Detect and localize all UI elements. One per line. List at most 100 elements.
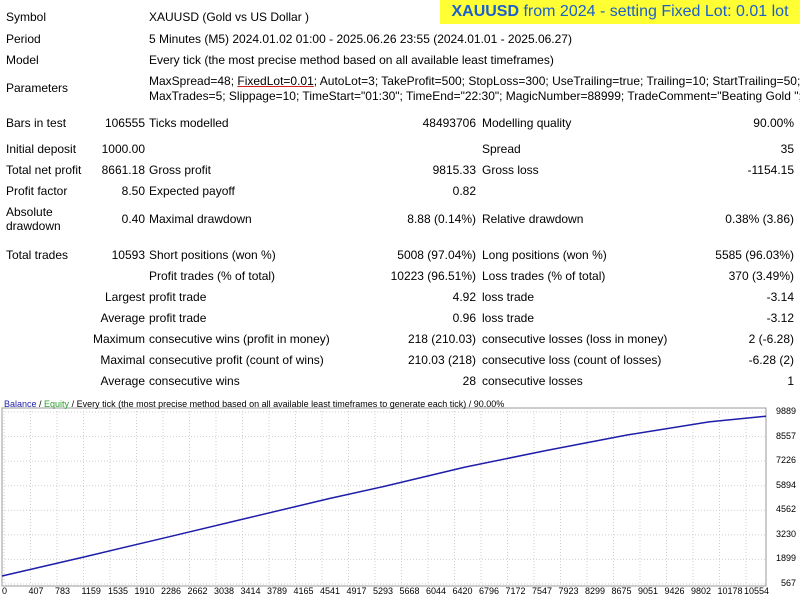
deposit-label: Initial deposit	[6, 142, 77, 156]
x-tick-label: 9051	[638, 586, 659, 596]
x-tick-label: 9426	[664, 586, 685, 596]
relative-drawdown-value: 0.38% (3.86)	[725, 212, 794, 226]
max-consecutive-profit-label: consecutive profit (count of wins)	[149, 353, 324, 367]
legend-balance: Balance	[4, 399, 37, 409]
deposit-value: 1000.00	[101, 142, 145, 156]
average-consecutive-label: Average	[100, 374, 145, 388]
profit-factor-label: Profit factor	[6, 184, 68, 198]
x-tick-label: 10178	[717, 586, 743, 596]
x-tick-label: 3414	[240, 586, 261, 596]
ticks-label: Ticks modelled	[149, 116, 229, 130]
max-consecutive-wins-label: consecutive wins (profit in money)	[149, 332, 330, 346]
x-tick-label: 783	[55, 586, 71, 596]
legend-description: / Every tick (the most precise method ba…	[69, 399, 505, 409]
absolute-drawdown-value: 0.40	[121, 212, 145, 226]
parameters-line-2: MaxTrades=5; Slippage=10; TimeStart="01:…	[149, 89, 800, 103]
balance-chart: Balance / Equity / Every tick (the most …	[0, 396, 800, 600]
x-tick-label: 9802	[691, 586, 712, 596]
largest-loss-trade-value: -3.14	[766, 290, 794, 304]
ticks-value: 48493706	[422, 116, 476, 130]
largest-profit-trade-label: profit trade	[149, 290, 207, 304]
x-tick-label: 6420	[452, 586, 473, 596]
largest-loss-trade-label: loss trade	[482, 290, 535, 304]
x-tick-label: 5293	[373, 586, 394, 596]
param-part-c: ; AutoLot=3; TakeProfit=500; StopLoss=30…	[313, 74, 800, 88]
y-tick-label: 9889	[775, 406, 796, 416]
max-consecutive-losses-value: 2 (-6.28)	[748, 332, 794, 346]
average-loss-trade-label: loss trade	[482, 311, 535, 325]
relative-drawdown-label: Relative drawdown	[482, 212, 584, 226]
gross-loss-value: -1154.15	[747, 163, 794, 177]
x-tick-label: 4165	[293, 586, 314, 596]
x-tick-label: 1159	[81, 586, 101, 596]
title-banner: XAUUSD from 2024 - setting Fixed Lot: 0.…	[440, 0, 800, 24]
short-positions-value: 5008 (97.04%)	[397, 248, 476, 262]
maximal-drawdown-label: Maximal drawdown	[149, 212, 252, 226]
largest-label: Largest	[104, 290, 145, 304]
largest-profit-trade-value: 4.92	[452, 290, 476, 304]
loss-trades-value: 370 (3.49%)	[728, 269, 794, 283]
average-label: Average	[100, 311, 145, 325]
x-tick-label: 7923	[558, 586, 579, 596]
y-tick-label: 567	[780, 578, 796, 588]
max-consecutive-losses-label: consecutive losses (loss in money)	[482, 332, 668, 346]
period-value: 5 Minutes (M5) 2024.01.02 01:00 - 2025.0…	[149, 32, 572, 46]
balance-chart-svg	[1, 407, 767, 587]
avg-consecutive-losses-label: consecutive losses	[482, 374, 583, 388]
gross-loss-label: Gross loss	[482, 163, 539, 177]
x-tick-label: 8299	[585, 586, 606, 596]
loss-trades-label: Loss trades (% of total)	[482, 269, 606, 283]
bars-label: Bars in test	[6, 116, 67, 130]
profit-trades-value: 10223 (96.51%)	[390, 269, 476, 283]
x-tick-label: 3789	[267, 586, 288, 596]
net-profit-value: 8661.18	[101, 163, 145, 177]
x-tick-label: 2662	[187, 586, 208, 596]
long-positions-value: 5585 (96.03%)	[715, 248, 794, 262]
total-trades-value: 10593	[111, 248, 145, 262]
symbol-value: XAUUSD (Gold vs US Dollar )	[149, 10, 310, 24]
bars-value: 106555	[104, 116, 145, 130]
x-tick-label: 4917	[346, 586, 367, 596]
x-tick-label: 4541	[320, 586, 341, 596]
profit-factor-value: 8.50	[121, 184, 145, 198]
max-consecutive-profit-value: 210.03 (218)	[407, 353, 476, 367]
x-tick-label: 7172	[505, 586, 526, 596]
y-tick-label: 1899	[775, 553, 796, 564]
average-profit-trade-value: 0.96	[452, 311, 476, 325]
maximum-label: Maximum	[92, 332, 145, 346]
x-tick-label: 7547	[532, 586, 553, 596]
spread-label: Spread	[482, 142, 521, 156]
x-tick-label: 8675	[611, 586, 632, 596]
x-tick-label: 407	[28, 586, 44, 596]
profit-trades-label: Profit trades (% of total)	[149, 269, 276, 283]
maximal-drawdown-value: 8.88 (0.14%)	[407, 212, 476, 226]
max-consecutive-loss-value: -6.28 (2)	[748, 353, 794, 367]
param-part-a: MaxSpread=48;	[149, 74, 238, 88]
x-tick-label: 2286	[161, 586, 182, 596]
y-tick-label: 7226	[775, 455, 796, 466]
x-tick-label: 5668	[399, 586, 420, 596]
x-tick-label: 6044	[426, 586, 447, 596]
y-tick-label: 4562	[775, 504, 796, 515]
max-consecutive-loss-label: consecutive loss (count of losses)	[482, 353, 662, 367]
maximal-label: Maximal	[100, 353, 145, 367]
parameters-label: Parameters	[6, 81, 69, 95]
banner-text: from 2024 - setting Fixed Lot: 0.01 lot	[523, 3, 789, 20]
gross-profit-value: 9815.33	[432, 163, 476, 177]
average-profit-trade-label: profit trade	[149, 311, 207, 325]
absolute-drawdown-label-1: Absolute	[6, 205, 53, 219]
x-tick-label: 10554	[744, 586, 770, 596]
banner-ticker: XAUUSD	[451, 3, 520, 20]
avg-consecutive-losses-value: 1	[787, 374, 794, 388]
symbol-label: Symbol	[6, 10, 47, 24]
short-positions-label: Short positions (won %)	[149, 248, 276, 262]
expected-payoff-value: 0.82	[452, 184, 476, 198]
model-value: Every tick (the most precise method base…	[149, 53, 554, 67]
y-tick-label: 3230	[775, 528, 796, 539]
spread-value: 35	[780, 142, 794, 156]
y-tick-label: 8557	[775, 430, 796, 441]
long-positions-label: Long positions (won %)	[482, 248, 607, 262]
param-fixed-lot: FixedLot=0.01	[237, 74, 314, 88]
period-label: Period	[6, 32, 41, 46]
absolute-drawdown-label-2: drawdown	[6, 219, 61, 233]
